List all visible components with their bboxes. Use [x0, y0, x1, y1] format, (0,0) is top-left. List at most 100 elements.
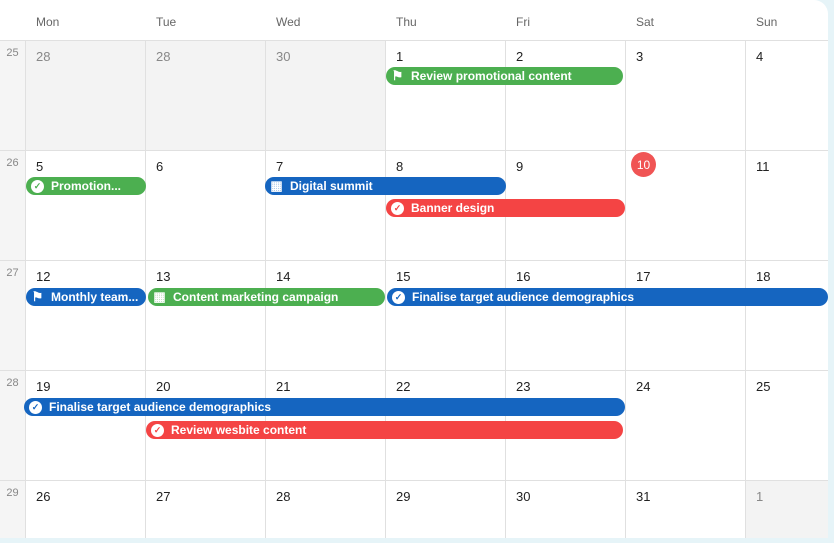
- day-cell[interactable]: 4: [745, 40, 828, 150]
- check-circle-icon: ✓: [391, 201, 404, 215]
- day-cell[interactable]: 6: [145, 150, 265, 260]
- date-number: 31: [636, 489, 651, 504]
- event-label: Digital summit: [290, 179, 373, 193]
- day-cell[interactable]: 28: [265, 480, 385, 538]
- row-divider: [0, 40, 828, 41]
- date-number: 23: [516, 379, 531, 394]
- date-number: 27: [156, 489, 171, 504]
- day-cell[interactable]: 29: [385, 480, 505, 538]
- event-bar[interactable]: ✓ Finalise target audience demographics: [387, 288, 828, 306]
- date-number: 5: [36, 159, 44, 174]
- date-number: 19: [36, 379, 51, 394]
- day-header-sat: Sat: [636, 15, 655, 29]
- event-bar[interactable]: ✓ Review wesbite content: [146, 421, 623, 439]
- date-number: 14: [276, 269, 291, 284]
- day-cell[interactable]: 31: [625, 480, 745, 538]
- day-cell[interactable]: 19: [25, 370, 145, 480]
- date-number: 3: [636, 49, 644, 64]
- date-number: 20: [156, 379, 171, 394]
- day-cell[interactable]: 18: [745, 260, 828, 370]
- day-cell[interactable]: 13: [145, 260, 265, 370]
- date-number: 2: [516, 49, 524, 64]
- calendar-icon: ▦: [153, 289, 166, 304]
- week-number[interactable]: 28: [0, 370, 25, 480]
- calendar-month-view: Mon Tue Wed Thu Fri Sat Sun 25 28 28 30 1 2 3 4 26 5 6 7 8 9…: [0, 0, 828, 538]
- event-bar[interactable]: ✓ Promotion...: [26, 177, 146, 195]
- event-label: Banner design: [411, 201, 495, 215]
- day-cell[interactable]: 15: [385, 260, 505, 370]
- day-header-fri: Fri: [516, 15, 530, 29]
- day-cell[interactable]: 30: [505, 480, 625, 538]
- week-number[interactable]: 29: [0, 480, 25, 538]
- week-number[interactable]: 26: [0, 150, 25, 260]
- today-date-badge: 10: [631, 152, 656, 177]
- event-bar[interactable]: ✓ Banner design: [386, 199, 625, 217]
- event-label: Monthly team...: [51, 290, 139, 304]
- date-number: 8: [396, 159, 404, 174]
- event-label: Review promotional content: [411, 69, 572, 83]
- row-divider: [0, 260, 828, 261]
- check-circle-icon: ✓: [29, 400, 42, 414]
- day-cell[interactable]: 28: [145, 40, 265, 150]
- event-bar[interactable]: ▦ Digital summit: [265, 177, 506, 195]
- day-cell[interactable]: 30: [265, 40, 385, 150]
- date-number: 24: [636, 379, 651, 394]
- event-label: Finalise target audience demographics: [412, 290, 635, 304]
- flag-icon: ⚑: [31, 289, 44, 304]
- day-cell[interactable]: 16: [505, 260, 625, 370]
- event-bar[interactable]: ⚑ Review promotional content: [386, 67, 623, 85]
- column-divider: [385, 40, 386, 538]
- day-cell[interactable]: 5: [25, 150, 145, 260]
- date-number: 9: [516, 159, 524, 174]
- date-number: 7: [276, 159, 284, 174]
- date-number: 29: [396, 489, 411, 504]
- date-number: 30: [276, 49, 291, 64]
- date-number: 25: [756, 379, 771, 394]
- date-number: 18: [756, 269, 771, 284]
- day-cell[interactable]: 17: [625, 260, 745, 370]
- event-label: Finalise target audience demographics: [49, 400, 272, 414]
- day-cell[interactable]: 11: [745, 150, 828, 260]
- week-number[interactable]: 25: [0, 40, 25, 150]
- date-number: 22: [396, 379, 411, 394]
- day-cell[interactable]: 10: [625, 150, 745, 260]
- date-number: 21: [276, 379, 291, 394]
- day-cell[interactable]: 1: [745, 480, 828, 538]
- day-cell[interactable]: 2: [505, 40, 625, 150]
- date-number: 1: [396, 49, 404, 64]
- day-header-mon: Mon: [36, 15, 60, 29]
- flag-icon: ⚑: [391, 68, 404, 83]
- day-cell[interactable]: 1: [385, 40, 505, 150]
- day-header-sun: Sun: [756, 15, 778, 29]
- day-cell[interactable]: 14: [265, 260, 385, 370]
- event-label: Content marketing campaign: [173, 290, 339, 304]
- event-bar[interactable]: ▦ Content marketing campaign: [148, 288, 385, 306]
- column-divider: [25, 40, 26, 538]
- row-divider: [0, 150, 828, 151]
- date-number: 4: [756, 49, 764, 64]
- day-cell[interactable]: 12: [25, 260, 145, 370]
- event-label: Review wesbite content: [171, 423, 307, 437]
- date-number: 12: [36, 269, 51, 284]
- day-cell[interactable]: 26: [25, 480, 145, 538]
- date-number: 28: [276, 489, 291, 504]
- day-header-thu: Thu: [396, 15, 417, 29]
- day-header-wed: Wed: [276, 15, 301, 29]
- day-cell[interactable]: 28: [25, 40, 145, 150]
- date-number: 28: [36, 49, 51, 64]
- event-bar[interactable]: ⚑ Monthly team...: [26, 288, 146, 306]
- day-cell[interactable]: 24: [625, 370, 745, 480]
- day-cell[interactable]: 7: [265, 150, 385, 260]
- event-bar[interactable]: ✓ Finalise target audience demographics: [24, 398, 625, 416]
- date-number: 15: [396, 269, 411, 284]
- day-cell[interactable]: 3: [625, 40, 745, 150]
- date-number: 13: [156, 269, 171, 284]
- day-cell[interactable]: 27: [145, 480, 265, 538]
- row-divider: [0, 370, 828, 371]
- row-divider: [0, 480, 828, 481]
- week-number[interactable]: 27: [0, 260, 25, 370]
- date-number: 1: [756, 489, 764, 504]
- check-circle-icon: ✓: [151, 423, 164, 437]
- day-cell[interactable]: 25: [745, 370, 828, 480]
- check-circle-icon: ✓: [31, 179, 44, 193]
